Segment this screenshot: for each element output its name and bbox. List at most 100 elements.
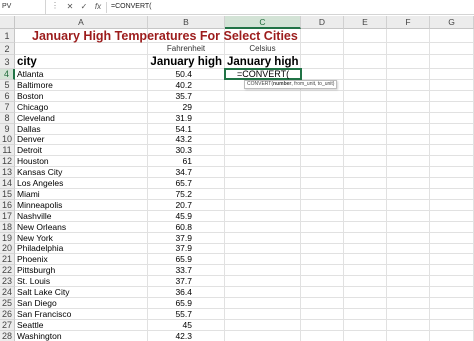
city-cell[interactable]: Pittsburgh: [15, 265, 148, 277]
empty-cell[interactable]: [387, 254, 430, 266]
fahrenheit-cell[interactable]: 45.9: [148, 210, 225, 222]
empty-cell[interactable]: [301, 287, 344, 298]
city-cell[interactable]: Los Angeles: [15, 178, 148, 189]
celsius-cell[interactable]: [225, 199, 301, 211]
cancel-icon[interactable]: ✕: [64, 0, 76, 14]
row-header[interactable]: 13: [0, 167, 15, 179]
fahrenheit-cell[interactable]: 45: [148, 319, 225, 331]
cell-e2[interactable]: [344, 43, 387, 55]
empty-cell[interactable]: [344, 265, 387, 277]
empty-cell[interactable]: [430, 112, 474, 124]
row-header[interactable]: 19: [0, 232, 15, 244]
empty-cell[interactable]: [387, 188, 430, 200]
row-header[interactable]: 28: [0, 330, 15, 341]
city-cell[interactable]: Houston: [15, 156, 148, 168]
cell-a2[interactable]: [15, 43, 148, 55]
row-header[interactable]: 4: [0, 69, 15, 80]
row-header[interactable]: 18: [0, 221, 15, 233]
empty-cell[interactable]: [301, 69, 344, 80]
empty-cell[interactable]: [344, 276, 387, 288]
fahrenheit-cell[interactable]: 31.9: [148, 112, 225, 124]
city-cell[interactable]: Philadelphia: [15, 243, 148, 255]
empty-cell[interactable]: [301, 199, 344, 211]
city-cell[interactable]: Seattle: [15, 319, 148, 331]
empty-cell[interactable]: [387, 265, 430, 277]
fahrenheit-cell[interactable]: 43.2: [148, 134, 225, 146]
empty-cell[interactable]: [301, 276, 344, 288]
row-header[interactable]: 5: [0, 79, 15, 91]
fahrenheit-cell[interactable]: 35.7: [148, 90, 225, 102]
empty-cell[interactable]: [344, 69, 387, 80]
city-cell[interactable]: Nashville: [15, 210, 148, 222]
empty-cell[interactable]: [430, 167, 474, 179]
row-header[interactable]: 6: [0, 90, 15, 102]
celsius-cell[interactable]: [225, 188, 301, 200]
row-header[interactable]: 8: [0, 112, 15, 124]
empty-cell[interactable]: [301, 265, 344, 277]
column-header-f[interactable]: F: [387, 16, 430, 29]
celsius-cell[interactable]: [225, 123, 301, 135]
row-header[interactable]: 26: [0, 308, 15, 320]
empty-cell[interactable]: [301, 112, 344, 124]
empty-cell[interactable]: [430, 210, 474, 222]
empty-cell[interactable]: [344, 221, 387, 233]
empty-cell[interactable]: [344, 123, 387, 135]
empty-cell[interactable]: [344, 330, 387, 341]
empty-cell[interactable]: [430, 79, 474, 91]
empty-cell[interactable]: [344, 167, 387, 179]
row-header[interactable]: 24: [0, 287, 15, 298]
celsius-cell[interactable]: [225, 319, 301, 331]
enter-icon[interactable]: ✓: [78, 0, 90, 14]
empty-cell[interactable]: [344, 79, 387, 91]
cell-g1[interactable]: [430, 29, 474, 43]
column-header-d[interactable]: D: [301, 16, 344, 29]
empty-cell[interactable]: [301, 101, 344, 113]
city-cell[interactable]: Chicago: [15, 101, 148, 113]
fahrenheit-cell[interactable]: 50.4: [148, 69, 225, 80]
name-box[interactable]: PV: [0, 0, 46, 14]
fahrenheit-cell[interactable]: 37.9: [148, 243, 225, 255]
insert-function-icon[interactable]: fx: [92, 0, 104, 14]
empty-cell[interactable]: [301, 243, 344, 255]
column-header-a[interactable]: A: [15, 16, 148, 29]
fahrenheit-cell[interactable]: 54.1: [148, 123, 225, 135]
column-header-b[interactable]: B: [148, 16, 225, 29]
celsius-cell[interactable]: [225, 210, 301, 222]
city-cell[interactable]: Cleveland: [15, 112, 148, 124]
empty-cell[interactable]: [301, 145, 344, 157]
empty-cell[interactable]: [344, 90, 387, 102]
empty-cell[interactable]: [387, 232, 430, 244]
city-cell[interactable]: Boston: [15, 90, 148, 102]
empty-cell[interactable]: [387, 178, 430, 189]
empty-cell[interactable]: [430, 221, 474, 233]
cell-e1[interactable]: [344, 29, 387, 43]
row-header[interactable]: 1: [0, 29, 15, 43]
fahrenheit-cell[interactable]: 29: [148, 101, 225, 113]
city-cell[interactable]: Baltimore: [15, 79, 148, 91]
celsius-cell[interactable]: [225, 297, 301, 309]
empty-cell[interactable]: [344, 297, 387, 309]
empty-cell[interactable]: [430, 69, 474, 80]
city-cell[interactable]: San Diego: [15, 297, 148, 309]
city-cell[interactable]: Salt Lake City: [15, 287, 148, 298]
celsius-cell[interactable]: [225, 243, 301, 255]
empty-cell[interactable]: [301, 330, 344, 341]
empty-cell[interactable]: [387, 319, 430, 331]
empty-cell[interactable]: [430, 330, 474, 341]
celsius-cell[interactable]: [225, 308, 301, 320]
row-header[interactable]: 25: [0, 297, 15, 309]
row-header[interactable]: 7: [0, 101, 15, 113]
cell-f2[interactable]: [387, 43, 430, 55]
empty-cell[interactable]: [430, 308, 474, 320]
empty-cell[interactable]: [344, 156, 387, 168]
fahrenheit-cell[interactable]: 34.7: [148, 167, 225, 179]
empty-cell[interactable]: [430, 276, 474, 288]
celsius-cell[interactable]: [225, 101, 301, 113]
city-cell[interactable]: Detroit: [15, 145, 148, 157]
unit-label-fahrenheit[interactable]: Fahrenheit: [148, 43, 225, 55]
celsius-cell[interactable]: [225, 145, 301, 157]
fahrenheit-cell[interactable]: 40.2: [148, 79, 225, 91]
fahrenheit-cell[interactable]: 42.3: [148, 330, 225, 341]
empty-cell[interactable]: [301, 156, 344, 168]
cell-e3[interactable]: [344, 55, 387, 69]
